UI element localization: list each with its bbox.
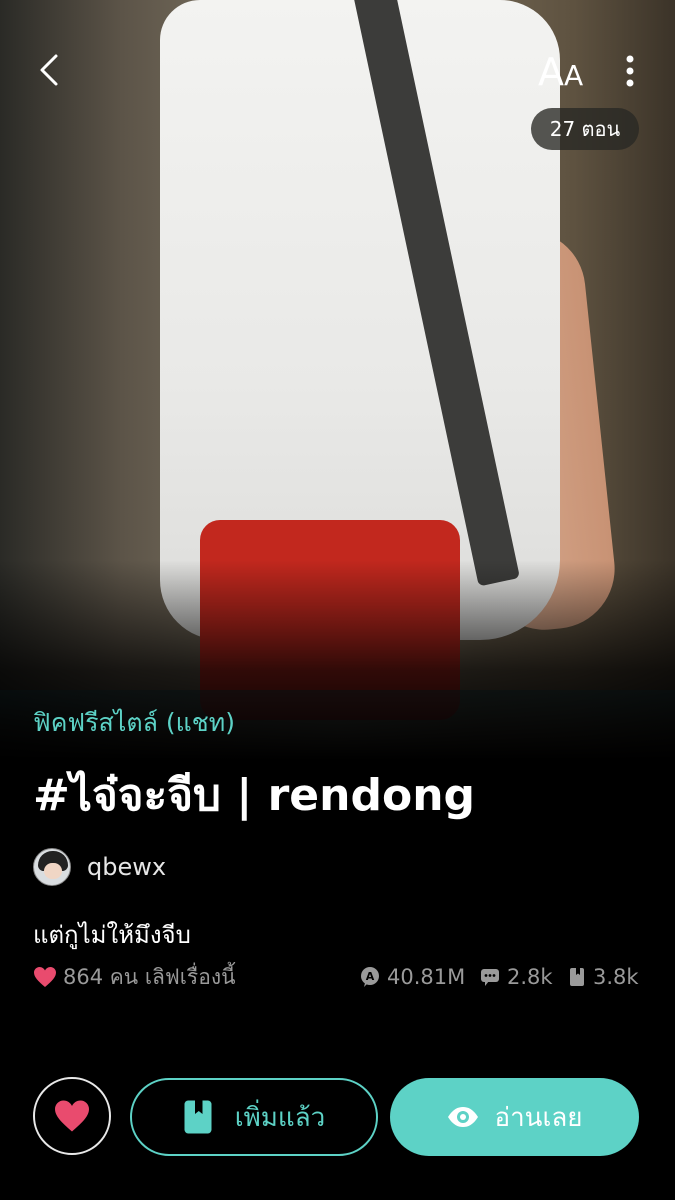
eye-icon <box>448 1107 479 1127</box>
views-icon: A <box>361 967 379 987</box>
like-button[interactable] <box>33 1077 111 1155</box>
read-label: อ่านเลย <box>494 1102 583 1133</box>
likes-text: 864 คน เลิฟเรื่องนี้ <box>63 964 236 989</box>
story-category[interactable]: ฟิคฟรีสไตล์ (แชท) <box>33 703 235 743</box>
author-avatar <box>33 848 71 886</box>
heart-icon <box>55 1100 89 1132</box>
font-size-label-big: A <box>538 50 564 94</box>
views-count: 40.81M <box>387 965 466 989</box>
chevron-left-icon <box>40 54 58 86</box>
add-to-library-button[interactable]: เพิ่มแล้ว <box>130 1078 378 1156</box>
comments-count: 2.8k <box>507 965 553 989</box>
story-description: แต่กูไม่ให้มึงจีบ <box>33 921 191 949</box>
back-button[interactable] <box>28 48 72 92</box>
heart-icon <box>34 967 56 987</box>
more-options-button[interactable] <box>612 50 648 94</box>
svg-text:A: A <box>366 970 375 983</box>
views-stat: A 40.81M <box>359 960 465 994</box>
author-name: qbewx <box>87 853 167 881</box>
font-size-label-small: A <box>564 59 584 92</box>
vertical-dots-icon <box>626 55 634 87</box>
comments-stat: 2.8k <box>479 960 553 994</box>
likes-stat: 864 คน เลิฟเรื่องนี้ <box>33 960 235 994</box>
read-now-button[interactable]: อ่านเลย <box>390 1078 639 1156</box>
bookmark-book-icon <box>570 968 584 986</box>
comment-icon <box>481 969 499 986</box>
story-stats: 864 คน เลิฟเรื่องนี้ A 40.81M 2.8k 3.8k <box>33 960 643 994</box>
bookmark-book-icon <box>184 1100 212 1134</box>
bookmarks-stat: 3.8k <box>567 960 639 994</box>
library-label: เพิ่มแล้ว <box>234 1102 326 1133</box>
bookmarks-count: 3.8k <box>593 965 639 989</box>
episode-count-badge: 27 ตอน <box>531 108 639 150</box>
author-link[interactable]: qbewx <box>33 847 166 887</box>
font-size-button[interactable]: AA <box>538 50 598 94</box>
story-title: #ไจ๋จะจีบ | rendong <box>33 770 476 821</box>
